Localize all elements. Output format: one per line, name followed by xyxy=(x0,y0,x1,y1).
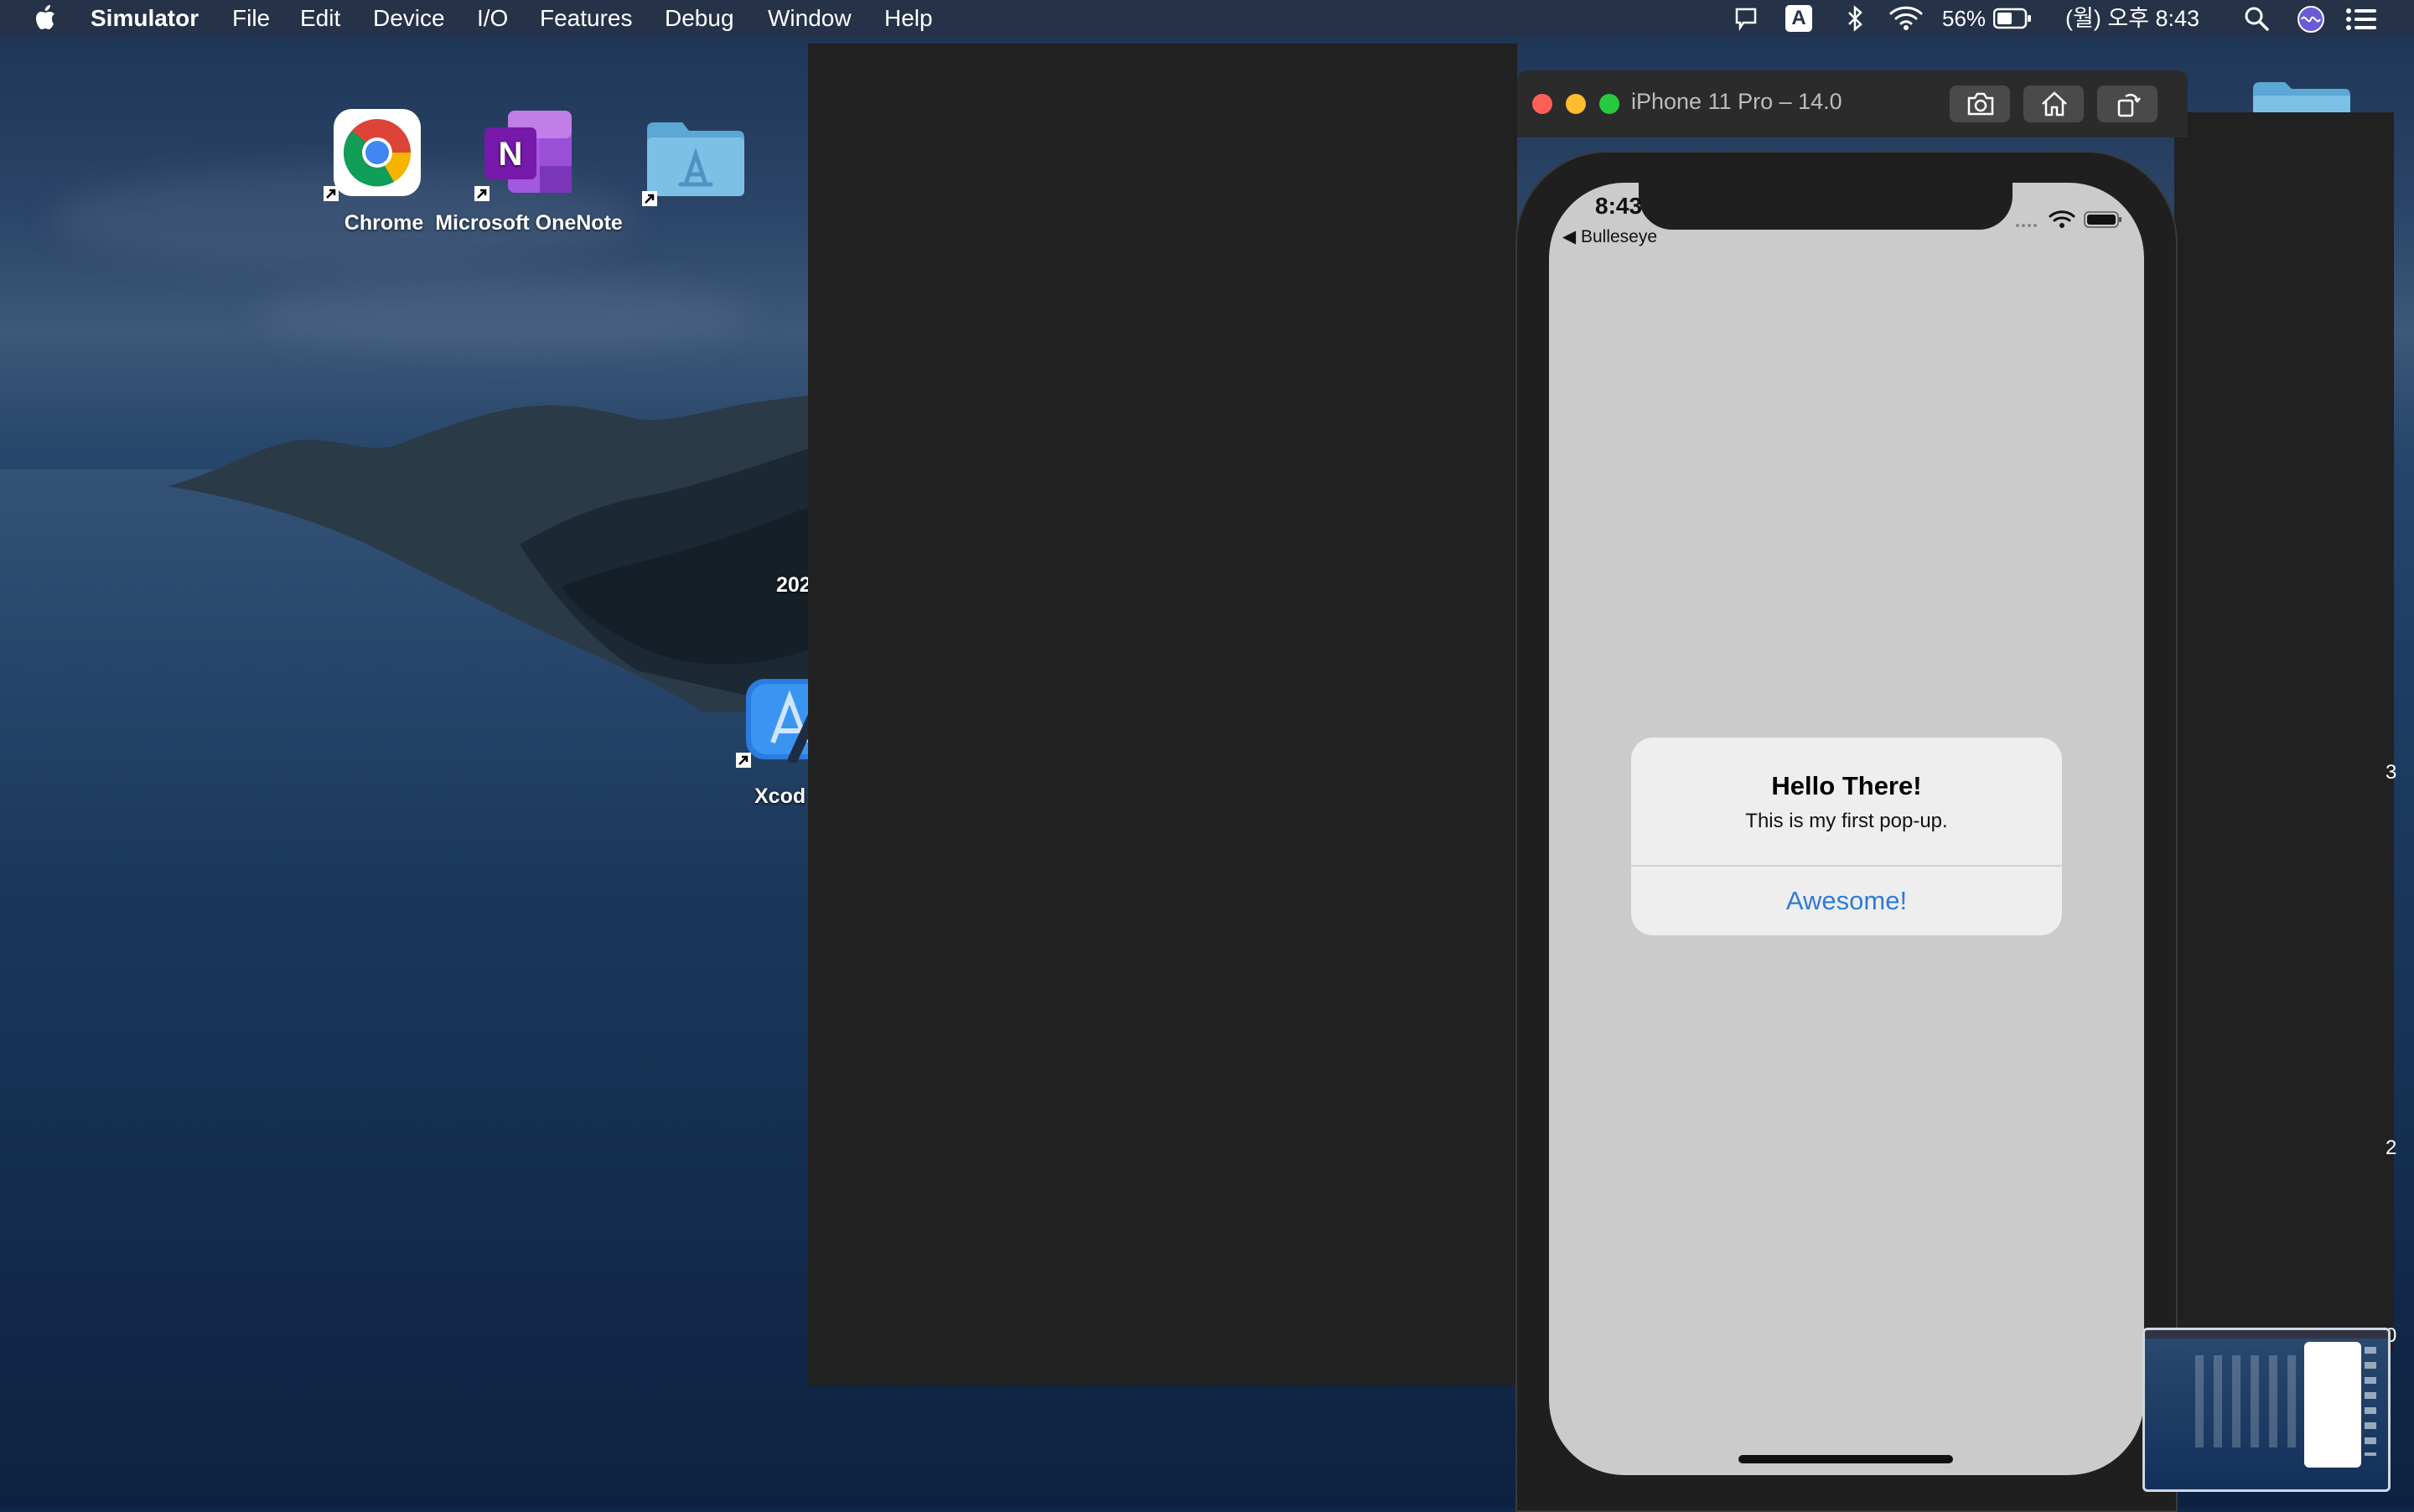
window-title: iPhone 11 Pro – 14.0 xyxy=(1631,89,1842,114)
simulator-titlebar[interactable]: iPhone 11 Pro – 14.0 xyxy=(1517,70,2188,137)
menu-io[interactable]: I/O xyxy=(477,5,508,32)
rotate-button[interactable] xyxy=(2097,85,2158,122)
edge-fragment: 2 xyxy=(2386,1137,2397,1159)
zoom-button[interactable] xyxy=(1599,94,1619,114)
dark-window-panel xyxy=(808,44,1517,1386)
desktop-icon-label: Microsoft OneNote xyxy=(435,211,623,235)
back-to-app-link[interactable]: ◀ Bulleseye xyxy=(1562,226,1657,247)
alert-title: Hello There! xyxy=(1771,771,1922,800)
spotlight-search-icon[interactable] xyxy=(2243,5,2270,32)
alert-awesome-button[interactable]: Awesome! xyxy=(1631,867,2062,935)
macos-menubar: Simulator File Edit Device I/O Features … xyxy=(0,0,2414,37)
home-button[interactable] xyxy=(2023,85,2084,122)
island-illustration xyxy=(168,394,821,712)
siri-icon[interactable] xyxy=(2297,5,2325,34)
applications-folder-icon xyxy=(647,122,744,196)
right-dark-window xyxy=(2174,112,2394,1353)
menu-edit[interactable]: Edit xyxy=(300,5,340,32)
edge-fragment: 3 xyxy=(2386,761,2397,784)
menu-debug[interactable]: Debug xyxy=(665,5,734,32)
wifi-icon[interactable] xyxy=(1889,5,1923,32)
menu-app-name[interactable]: Simulator xyxy=(91,5,199,32)
alias-arrow-icon xyxy=(474,186,490,201)
desktop-icon-chrome[interactable]: Chrome xyxy=(324,109,423,235)
home-icon xyxy=(2042,91,2067,117)
menu-window[interactable]: Window xyxy=(768,5,852,32)
desktop-icon-label-xcode: Xcod xyxy=(754,784,806,808)
bluetooth-icon[interactable] xyxy=(1846,5,1866,32)
ios-battery-icon xyxy=(2084,211,2121,228)
minimize-button[interactable] xyxy=(1566,94,1586,114)
svg-text:N: N xyxy=(499,136,523,173)
desktop-partial-label: 202 xyxy=(776,573,811,597)
ios-status-time: 8:43 xyxy=(1595,193,1643,219)
alert-dialog: Hello There! This is my first pop-up. Aw… xyxy=(1631,738,2062,935)
notification-center-icon[interactable] xyxy=(2345,7,2377,32)
alias-arrow-icon xyxy=(642,191,657,206)
ios-wifi-icon xyxy=(2049,210,2075,228)
apple-menu-icon[interactable] xyxy=(34,3,59,32)
keyboard-viewer-icon[interactable] xyxy=(1733,6,1759,31)
screenshot-thumbnail[interactable] xyxy=(2142,1328,2391,1492)
cellular-signal-icon xyxy=(2016,224,2037,227)
rotate-icon xyxy=(2117,93,2141,117)
alias-arrow-icon xyxy=(324,186,339,201)
menu-file[interactable]: File xyxy=(232,5,270,32)
alias-arrow-icon xyxy=(736,753,751,768)
close-button[interactable] xyxy=(1532,94,1552,114)
menu-device[interactable]: Device xyxy=(373,5,445,32)
home-indicator[interactable] xyxy=(1738,1455,1953,1463)
battery-icon[interactable] xyxy=(1993,7,2032,30)
camera-icon xyxy=(1967,92,1994,116)
desktop-icon-onenote[interactable]: N Microsoft OneNote xyxy=(435,109,623,235)
iphone-notch xyxy=(1639,183,2013,230)
input-source-badge[interactable]: A xyxy=(1785,5,1812,32)
desktop-icon-applications-folder[interactable] xyxy=(642,117,746,206)
chrome-icon xyxy=(334,109,421,196)
battery-percent: 56% xyxy=(1942,6,1987,31)
menubar-clock[interactable]: (월) 오후 8:43 xyxy=(2065,5,2199,32)
menu-features[interactable]: Features xyxy=(540,5,633,32)
alert-message: This is my first pop-up. xyxy=(1745,810,1948,832)
screenshot-button[interactable] xyxy=(1950,85,2010,122)
menu-help[interactable]: Help xyxy=(884,5,933,32)
onenote-icon: N xyxy=(484,111,572,193)
